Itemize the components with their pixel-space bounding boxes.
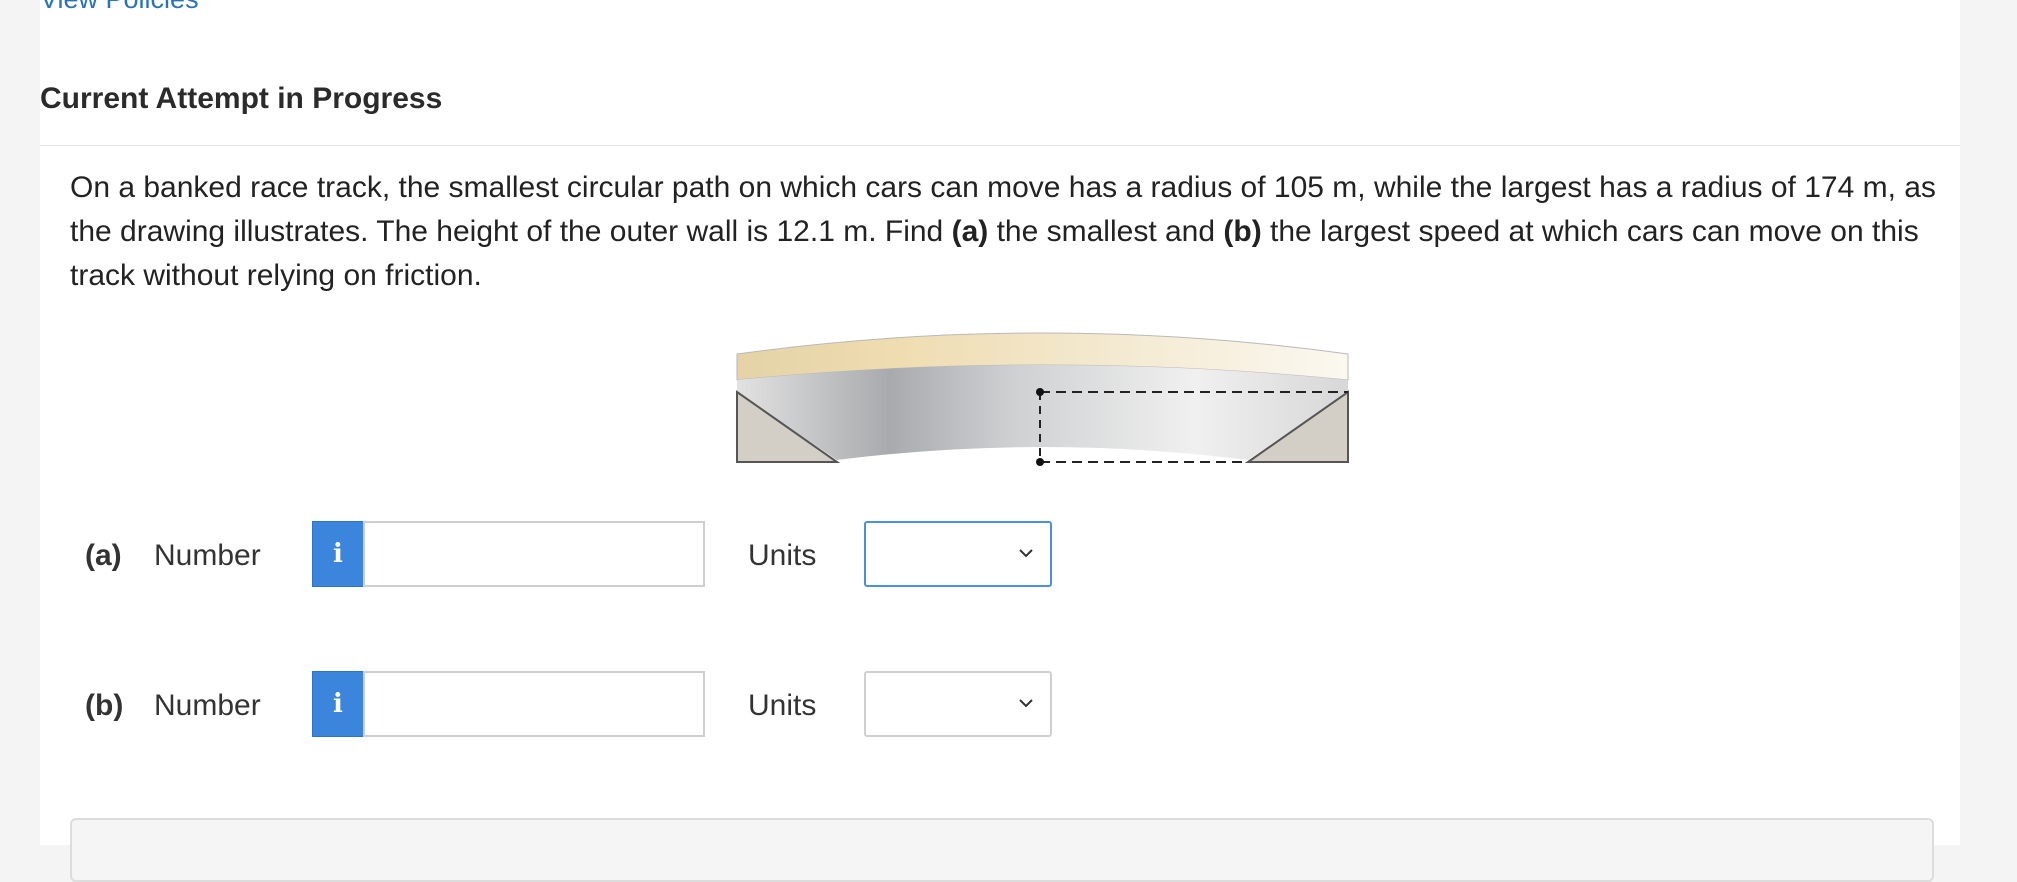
part-b-tag: (b) <box>1223 215 1262 248</box>
info-icon[interactable]: i <box>312 671 364 737</box>
answer-row-a: (a) Number i Units <box>70 521 1070 587</box>
info-icon[interactable]: i <box>312 521 364 587</box>
units-select[interactable] <box>864 521 1052 587</box>
page: View Policies Current Attempt in Progres… <box>40 0 1960 882</box>
part-label: (a) <box>85 539 122 572</box>
units-label: Units <box>748 539 817 572</box>
marker-top <box>1036 388 1044 396</box>
bottom-panel <box>70 818 1934 882</box>
view-policies-link[interactable]: View Policies <box>40 0 199 15</box>
number-input[interactable] <box>363 521 705 587</box>
track-surface <box>737 365 1348 460</box>
chevron-down-icon <box>1019 699 1033 708</box>
answer-row-b: (b) Number i Units <box>70 671 1070 737</box>
chevron-down-icon <box>1019 549 1033 558</box>
question-part-2: the smallest and <box>988 215 1224 248</box>
marker-bottom <box>1036 458 1044 466</box>
part-a-tag: (a) <box>951 215 989 248</box>
question-text: On a banked race track, the smallest cir… <box>70 166 1940 298</box>
page-title: Current Attempt in Progress <box>40 82 443 115</box>
race-track-figure <box>736 332 1349 466</box>
units-label: Units <box>748 689 817 722</box>
number-input[interactable] <box>363 671 705 737</box>
number-label: Number <box>154 689 261 722</box>
units-select[interactable] <box>864 671 1052 737</box>
number-label: Number <box>154 539 261 572</box>
part-label: (b) <box>85 689 124 722</box>
divider <box>40 145 1960 146</box>
